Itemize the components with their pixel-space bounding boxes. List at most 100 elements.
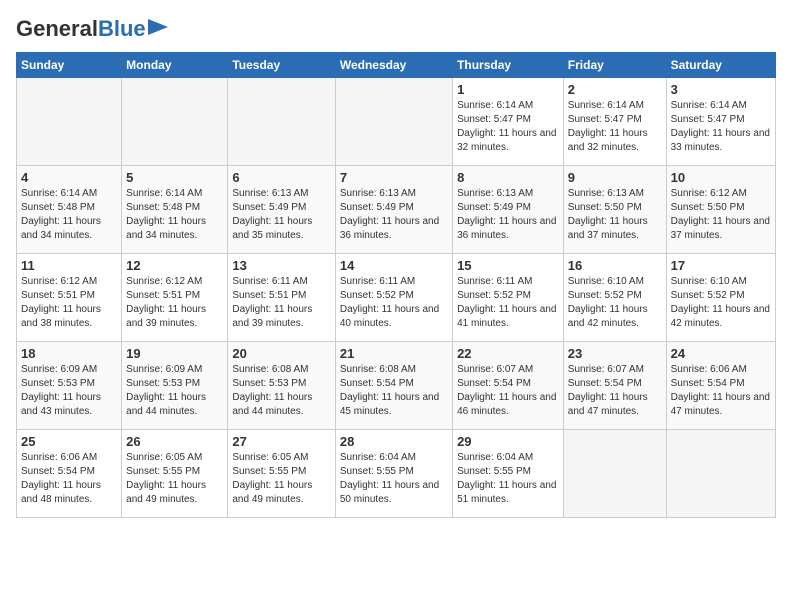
- calendar-cell: 26 Sunrise: 6:05 AMSunset: 5:55 PMDayligh…: [122, 430, 228, 518]
- day-info: Sunrise: 6:14 AMSunset: 5:47 PMDaylight:…: [671, 99, 771, 155]
- day-number: 7: [340, 170, 448, 185]
- day-info: Sunrise: 6:07 AMSunset: 5:54 PMDaylight:…: [568, 363, 662, 419]
- calendar-header-row: SundayMondayTuesdayWednesdayThursdayFrid…: [17, 53, 776, 78]
- calendar-cell: 11 Sunrise: 6:12 AMSunset: 5:51 PMDayligh…: [17, 254, 122, 342]
- day-number: 13: [232, 258, 330, 273]
- day-info: Sunrise: 6:11 AMSunset: 5:51 PMDaylight:…: [232, 275, 330, 331]
- calendar-cell: 15 Sunrise: 6:11 AMSunset: 5:52 PMDayligh…: [453, 254, 564, 342]
- day-info: Sunrise: 6:09 AMSunset: 5:53 PMDaylight:…: [126, 363, 223, 419]
- day-number: 14: [340, 258, 448, 273]
- day-number: 6: [232, 170, 330, 185]
- calendar-cell: 1 Sunrise: 6:14 AMSunset: 5:47 PMDaylight…: [453, 78, 564, 166]
- day-number: 15: [457, 258, 559, 273]
- header-friday: Friday: [563, 53, 666, 78]
- day-info: Sunrise: 6:06 AMSunset: 5:54 PMDaylight:…: [671, 363, 771, 419]
- calendar-cell: 5Sunrise: 6:14 AMSunset: 5:48 PMDaylight…: [122, 166, 228, 254]
- day-number: 21: [340, 346, 448, 361]
- day-number: 20: [232, 346, 330, 361]
- day-info: Sunrise: 6:13 AMSunset: 5:49 PMDaylight:…: [457, 187, 559, 243]
- calendar-cell: 2 Sunrise: 6:14 AMSunset: 5:47 PMDaylight…: [563, 78, 666, 166]
- calendar-week-row: 25Sunrise: 6:06 AMSunset: 5:54 PMDayligh…: [17, 430, 776, 518]
- day-info: Sunrise: 6:13 AMSunset: 5:49 PMDaylight:…: [232, 187, 330, 243]
- day-info: Sunrise: 6:08 AMSunset: 5:54 PMDaylight:…: [340, 363, 448, 419]
- calendar-cell: 25Sunrise: 6:06 AMSunset: 5:54 PMDayligh…: [17, 430, 122, 518]
- day-number: 19: [126, 346, 223, 361]
- day-number: 18: [21, 346, 117, 361]
- page-header: General Blue: [16, 16, 776, 42]
- day-number: 9: [568, 170, 662, 185]
- calendar-cell: [122, 78, 228, 166]
- day-number: 29: [457, 434, 559, 449]
- calendar-cell: [17, 78, 122, 166]
- day-number: 23: [568, 346, 662, 361]
- calendar-cell: 12 Sunrise: 6:12 AMSunset: 5:51 PMDayligh…: [122, 254, 228, 342]
- calendar-cell: 4Sunrise: 6:14 AMSunset: 5:48 PMDaylight…: [17, 166, 122, 254]
- calendar-cell: 13 Sunrise: 6:11 AMSunset: 5:51 PMDayligh…: [228, 254, 335, 342]
- calendar-cell: 29Sunrise: 6:04 AMSunset: 5:55 PMDayligh…: [453, 430, 564, 518]
- day-number: 26: [126, 434, 223, 449]
- header-sunday: Sunday: [17, 53, 122, 78]
- day-info: Sunrise: 6:07 AMSunset: 5:54 PMDaylight:…: [457, 363, 559, 419]
- calendar-cell: [228, 78, 335, 166]
- day-info: Sunrise: 6:11 AMSunset: 5:52 PMDaylight:…: [340, 275, 448, 331]
- header-wednesday: Wednesday: [335, 53, 452, 78]
- day-number: 24: [671, 346, 771, 361]
- day-info: Sunrise: 6:05 AMSunset: 5:55 PMDaylight:…: [126, 451, 223, 507]
- day-info: Sunrise: 6:12 AMSunset: 5:50 PMDaylight:…: [671, 187, 771, 243]
- header-thursday: Thursday: [453, 53, 564, 78]
- day-number: 11: [21, 258, 117, 273]
- day-info: Sunrise: 6:13 AMSunset: 5:50 PMDaylight:…: [568, 187, 662, 243]
- header-tuesday: Tuesday: [228, 53, 335, 78]
- day-number: 28: [340, 434, 448, 449]
- calendar-week-row: 11 Sunrise: 6:12 AMSunset: 5:51 PMDayligh…: [17, 254, 776, 342]
- day-info: Sunrise: 6:14 AMSunset: 5:47 PMDaylight:…: [457, 99, 559, 155]
- day-info: Sunrise: 6:10 AMSunset: 5:52 PMDaylight:…: [568, 275, 662, 331]
- calendar-week-row: 18 Sunrise: 6:09 AMSunset: 5:53 PMDayligh…: [17, 342, 776, 430]
- calendar-cell: 21 Sunrise: 6:08 AMSunset: 5:54 PMDayligh…: [335, 342, 452, 430]
- day-number: 17: [671, 258, 771, 273]
- day-number: 12: [126, 258, 223, 273]
- calendar-week-row: 4Sunrise: 6:14 AMSunset: 5:48 PMDaylight…: [17, 166, 776, 254]
- day-info: Sunrise: 6:12 AMSunset: 5:51 PMDaylight:…: [126, 275, 223, 331]
- logo: General Blue: [16, 16, 168, 42]
- calendar-cell: 28 Sunrise: 6:04 AMSunset: 5:55 PMDayligh…: [335, 430, 452, 518]
- calendar-cell: 6 Sunrise: 6:13 AMSunset: 5:49 PMDaylight…: [228, 166, 335, 254]
- calendar-cell: 23 Sunrise: 6:07 AMSunset: 5:54 PMDayligh…: [563, 342, 666, 430]
- day-info: Sunrise: 6:11 AMSunset: 5:52 PMDaylight:…: [457, 275, 559, 331]
- day-number: 2: [568, 82, 662, 97]
- day-number: 22: [457, 346, 559, 361]
- logo-general: General: [16, 16, 98, 42]
- day-info: Sunrise: 6:10 AMSunset: 5:52 PMDaylight:…: [671, 275, 771, 331]
- day-info: Sunrise: 6:12 AMSunset: 5:51 PMDaylight:…: [21, 275, 117, 331]
- calendar-cell: 16 Sunrise: 6:10 AMSunset: 5:52 PMDayligh…: [563, 254, 666, 342]
- day-number: 3: [671, 82, 771, 97]
- calendar-cell: 8 Sunrise: 6:13 AMSunset: 5:49 PMDaylight…: [453, 166, 564, 254]
- day-info: Sunrise: 6:04 AMSunset: 5:55 PMDaylight:…: [340, 451, 448, 507]
- day-info: Sunrise: 6:13 AMSunset: 5:49 PMDaylight:…: [340, 187, 448, 243]
- day-number: 1: [457, 82, 559, 97]
- day-number: 10: [671, 170, 771, 185]
- calendar-cell: 20 Sunrise: 6:08 AMSunset: 5:53 PMDayligh…: [228, 342, 335, 430]
- calendar-cell: 24 Sunrise: 6:06 AMSunset: 5:54 PMDayligh…: [666, 342, 775, 430]
- calendar-cell: 14 Sunrise: 6:11 AMSunset: 5:52 PMDayligh…: [335, 254, 452, 342]
- header-monday: Monday: [122, 53, 228, 78]
- day-info: Sunrise: 6:08 AMSunset: 5:53 PMDaylight:…: [232, 363, 330, 419]
- day-number: 16: [568, 258, 662, 273]
- day-info: Sunrise: 6:09 AMSunset: 5:53 PMDaylight:…: [21, 363, 117, 419]
- calendar-week-row: 1 Sunrise: 6:14 AMSunset: 5:47 PMDaylight…: [17, 78, 776, 166]
- calendar-cell: 22 Sunrise: 6:07 AMSunset: 5:54 PMDayligh…: [453, 342, 564, 430]
- calendar-cell: [335, 78, 452, 166]
- calendar-cell: 3 Sunrise: 6:14 AMSunset: 5:47 PMDaylight…: [666, 78, 775, 166]
- header-saturday: Saturday: [666, 53, 775, 78]
- calendar-cell: 19 Sunrise: 6:09 AMSunset: 5:53 PMDayligh…: [122, 342, 228, 430]
- day-info: Sunrise: 6:05 AMSunset: 5:55 PMDaylight:…: [232, 451, 330, 507]
- calendar-cell: 17 Sunrise: 6:10 AMSunset: 5:52 PMDayligh…: [666, 254, 775, 342]
- calendar-cell: 10 Sunrise: 6:12 AMSunset: 5:50 PMDayligh…: [666, 166, 775, 254]
- day-number: 27: [232, 434, 330, 449]
- calendar-cell: 18 Sunrise: 6:09 AMSunset: 5:53 PMDayligh…: [17, 342, 122, 430]
- day-info: Sunrise: 6:14 AMSunset: 5:48 PMDaylight:…: [126, 187, 223, 243]
- day-info: Sunrise: 6:14 AMSunset: 5:47 PMDaylight:…: [568, 99, 662, 155]
- day-number: 8: [457, 170, 559, 185]
- calendar-table: SundayMondayTuesdayWednesdayThursdayFrid…: [16, 52, 776, 518]
- calendar-cell: 7 Sunrise: 6:13 AMSunset: 5:49 PMDaylight…: [335, 166, 452, 254]
